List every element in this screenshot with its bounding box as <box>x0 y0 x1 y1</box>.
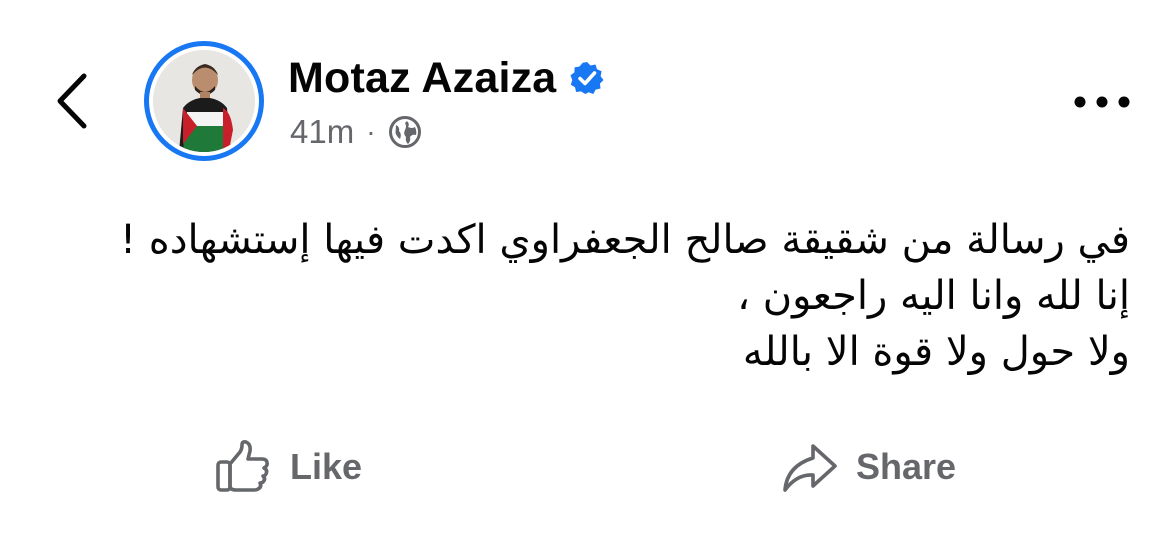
globe-icon <box>388 114 424 150</box>
post-meta: 41m · <box>290 110 424 154</box>
like-label: Like <box>290 446 363 487</box>
meta-separator: · <box>366 116 376 147</box>
avatar-image <box>153 50 255 152</box>
post-line: إنا لله وانا اليه راجعون ، <box>737 273 1130 319</box>
more-horizontal-icon <box>1074 96 1130 108</box>
author-name[interactable]: Motaz Azaiza <box>288 54 556 103</box>
more-options-button[interactable] <box>1062 80 1142 124</box>
verified-badge-icon <box>568 59 606 97</box>
author-row: Motaz Azaiza <box>288 52 606 104</box>
share-arrow-icon <box>778 436 840 498</box>
post-time[interactable]: 41m <box>290 113 354 151</box>
post-line: ولا حول ولا قوة الا بالله <box>742 329 1130 375</box>
avatar[interactable] <box>144 41 264 161</box>
share-label: Share <box>856 446 957 487</box>
post-body: في رسالة من شقيقة صالح الجعفراوي اكدت في… <box>40 212 1130 380</box>
post-line: في رسالة من شقيقة صالح الجعفراوي اكدت في… <box>120 217 1130 263</box>
share-button[interactable]: Share <box>778 432 956 502</box>
post-screen: Motaz Azaiza 41m · في رسالة من شقيقة صال… <box>0 0 1170 544</box>
back-button[interactable] <box>44 66 100 136</box>
like-button[interactable]: Like <box>212 432 362 502</box>
thumbs-up-icon <box>212 436 274 498</box>
chevron-left-icon <box>57 73 87 129</box>
